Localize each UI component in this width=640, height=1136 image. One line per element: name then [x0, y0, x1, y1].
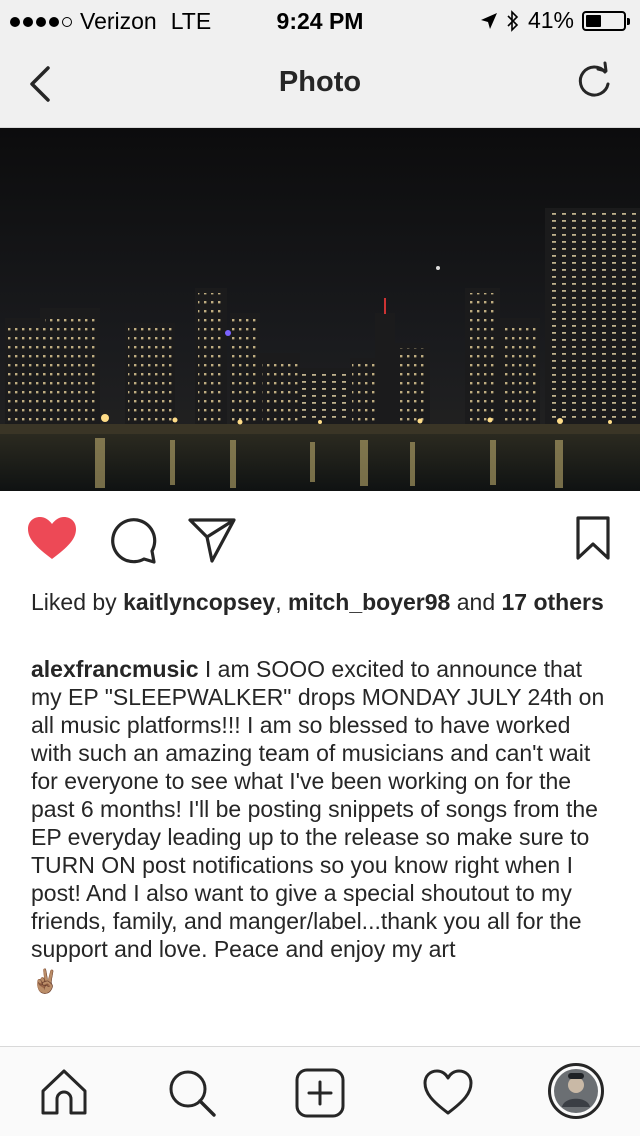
post-actions [0, 491, 640, 586]
post-caption: alexfrancmusic I am SOOO excited to anno… [31, 655, 616, 995]
search-icon[interactable] [166, 1067, 218, 1119]
heart-filled-icon[interactable] [26, 515, 78, 563]
bluetooth-icon [507, 9, 519, 32]
status-bar: Verizon LTE 9:24 PM 41% [0, 0, 640, 40]
navigation-bar: Photo [0, 40, 640, 128]
activity-heart-icon[interactable] [422, 1067, 474, 1119]
liker-link-mitch-boyer98[interactable]: mitch_boyer98 [288, 589, 450, 615]
likes-prefix: Liked by [31, 589, 124, 615]
city-skyline-night-photo [0, 128, 640, 491]
refresh-icon[interactable] [574, 60, 614, 104]
home-icon[interactable] [38, 1067, 90, 1119]
status-right: 41% [480, 7, 630, 34]
caption-text: I am SOOO excited to announce that my EP… [31, 656, 605, 962]
tab-bar [0, 1046, 640, 1136]
likes-separator: , [275, 589, 288, 615]
page-title: Photo [278, 66, 362, 98]
add-post-icon[interactable] [294, 1067, 346, 1119]
battery-percent: 41% [527, 7, 574, 33]
bookmark-icon[interactable] [574, 515, 612, 561]
likes-summary: Liked by kaitlyncopsey, mitch_boyer98 an… [31, 588, 611, 616]
likes-and: and [450, 589, 502, 615]
profile-avatar[interactable] [548, 1063, 604, 1119]
liker-link-kaitlyncopsey[interactable]: kaitlyncopsey [123, 589, 275, 615]
location-arrow-icon [480, 12, 497, 29]
caption-username[interactable]: alexfrancmusic [31, 656, 198, 682]
peace-sign-emoji: ✌🏽 [31, 968, 60, 994]
battery-icon [582, 10, 630, 31]
battery-level [586, 14, 601, 27]
comment-icon[interactable] [108, 515, 158, 565]
send-icon[interactable] [186, 515, 238, 565]
likes-others-link[interactable]: 17 others [502, 589, 604, 615]
